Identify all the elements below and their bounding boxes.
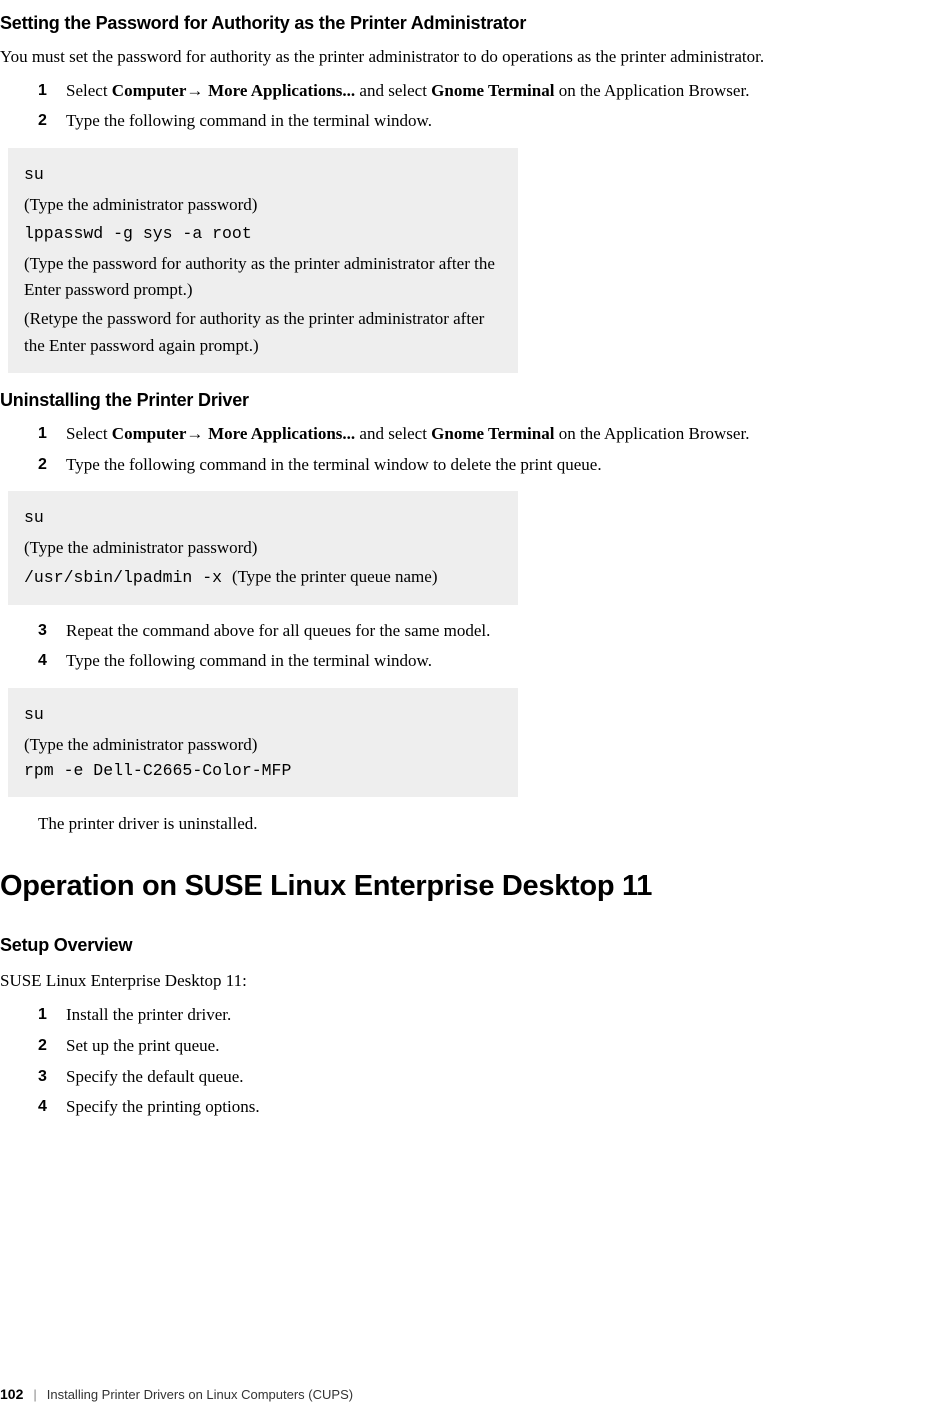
- arrow-icon: →: [186, 424, 208, 443]
- step-2: 2 Type the following command in the term…: [0, 453, 948, 478]
- step-2: 2 Type the following command in the term…: [0, 109, 948, 134]
- overview-step-2: 2 Set up the print queue.: [0, 1034, 948, 1059]
- bold-computer: Computer: [112, 424, 187, 443]
- text-fragment: on the Application Browser.: [554, 81, 749, 100]
- step-number: 2: [38, 453, 66, 478]
- step-number: 3: [38, 619, 66, 644]
- instruction-line: (Type the administrator password): [24, 732, 502, 758]
- bold-gnome-terminal: Gnome Terminal: [431, 424, 554, 443]
- step-text: Type the following command in the termin…: [66, 453, 602, 478]
- step-text: Type the following command in the termin…: [66, 109, 432, 134]
- text-fragment: Select: [66, 424, 112, 443]
- code-fragment: /usr/sbin/lpadmin -x: [24, 568, 232, 587]
- text-fragment: on the Application Browser.: [554, 424, 749, 443]
- heading-uninstall: Uninstalling the Printer Driver: [0, 387, 948, 414]
- text-fragment: and select: [355, 81, 431, 100]
- bold-more-apps: More Applications...: [208, 81, 355, 100]
- step-text: Select Computer→ More Applications... an…: [66, 422, 749, 447]
- overview-step-1: 1 Install the printer driver.: [0, 1003, 948, 1028]
- bold-computer: Computer: [112, 81, 187, 100]
- bold-gnome-terminal: Gnome Terminal: [431, 81, 554, 100]
- instruction-line: (Type the password for authority as the …: [24, 251, 502, 304]
- intro-text: You must set the password for authority …: [0, 45, 948, 69]
- step-number: 1: [38, 422, 66, 447]
- text-fragment: Select: [66, 81, 112, 100]
- step-number: 4: [38, 649, 66, 674]
- step-4: 4 Type the following command in the term…: [0, 649, 948, 674]
- arrow-icon: →: [186, 81, 208, 100]
- intro-text: SUSE Linux Enterprise Desktop 11:: [0, 969, 948, 993]
- overview-step-3: 3 Specify the default queue.: [0, 1065, 948, 1090]
- step-3: 3 Repeat the command above for all queue…: [0, 619, 948, 644]
- text-fragment: and select: [355, 424, 431, 443]
- step-number: 4: [38, 1095, 66, 1120]
- instruction-line: (Type the administrator password): [24, 192, 502, 218]
- instruction-line: (Type the administrator password): [24, 535, 502, 561]
- heading-operation-suse: Operation on SUSE Linux Enterprise Deskt…: [0, 865, 948, 909]
- code-line: rpm -e Dell-C2665-Color-MFP: [24, 758, 502, 784]
- step-number: 3: [38, 1065, 66, 1090]
- bold-more-apps: More Applications...: [208, 424, 355, 443]
- step-text: Install the printer driver.: [66, 1003, 231, 1028]
- step-text: Set up the print queue.: [66, 1034, 219, 1059]
- step-number: 2: [38, 1034, 66, 1059]
- code-block-1: su (Type the administrator password) lpp…: [8, 148, 518, 373]
- step-number: 2: [38, 109, 66, 134]
- code-line: su: [24, 162, 502, 188]
- instruction-fragment: (Type the printer queue name): [232, 567, 438, 586]
- mixed-line: /usr/sbin/lpadmin -x (Type the printer q…: [24, 564, 502, 591]
- step-text: Type the following command in the termin…: [66, 649, 432, 674]
- step-text: Specify the default queue.: [66, 1065, 244, 1090]
- code-block-3: su (Type the administrator password) rpm…: [8, 688, 518, 797]
- overview-step-4: 4 Specify the printing options.: [0, 1095, 948, 1120]
- step-text: Specify the printing options.: [66, 1095, 260, 1120]
- step-number: 1: [38, 1003, 66, 1028]
- step-number: 1: [38, 79, 66, 104]
- code-block-2: su (Type the administrator password) /us…: [8, 491, 518, 604]
- code-line: su: [24, 702, 502, 728]
- step-1: 1 Select Computer→ More Applications... …: [0, 422, 948, 447]
- step-text: Select Computer→ More Applications... an…: [66, 79, 749, 104]
- code-line: su: [24, 505, 502, 531]
- instruction-line: (Retype the password for authority as th…: [24, 306, 502, 359]
- code-line: lppasswd -g sys -a root: [24, 221, 502, 247]
- step-text: Repeat the command above for all queues …: [66, 619, 490, 644]
- step-1: 1 Select Computer→ More Applications... …: [0, 79, 948, 104]
- heading-setup-overview: Setup Overview: [0, 932, 948, 959]
- result-text: The printer driver is uninstalled.: [0, 811, 948, 837]
- heading-set-password: Setting the Password for Authority as th…: [0, 10, 948, 37]
